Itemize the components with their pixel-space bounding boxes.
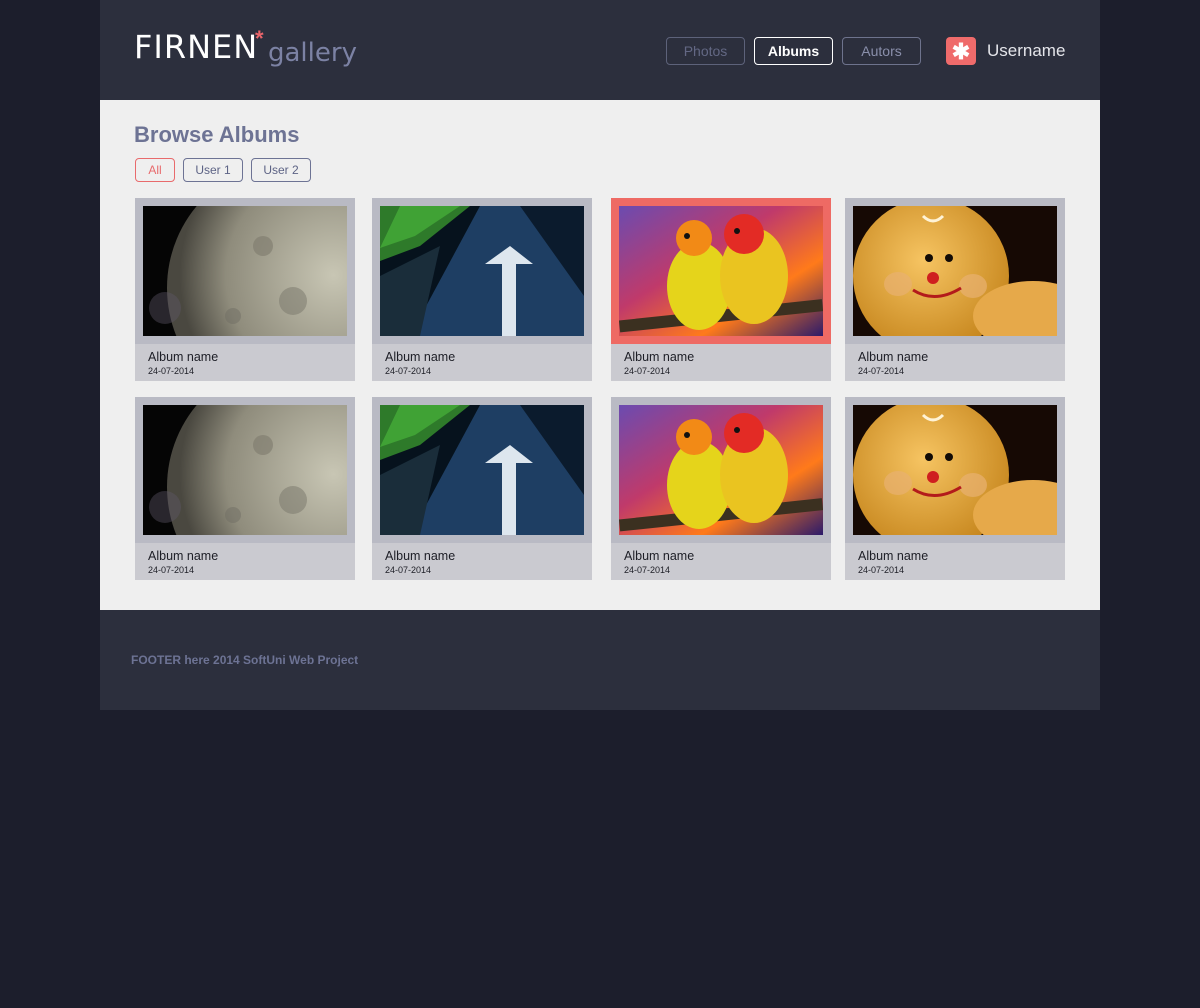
album-name: Album name [858,549,929,563]
album-date: 24-07-2014 [148,565,195,575]
moon-image[interactable] [143,206,347,336]
album-name: Album name [385,350,456,364]
parrots-image[interactable] [619,206,823,336]
main-content: Browse Albums All User 1 User 2 Album na… [100,100,1100,610]
album-date: 24-07-2014 [858,565,905,575]
page: FIRNEN * gallery Photos Albums Autors ✱ … [100,0,1100,710]
cookie-face-image[interactable] [853,206,1057,336]
filter-all-button[interactable]: All [135,158,175,182]
filter-user-1-button[interactable]: User 1 [183,158,243,182]
cookie-face-image[interactable] [853,405,1057,535]
album-name: Album name [385,549,456,563]
logo-main: FIRNEN [134,28,259,66]
nav-albums-button[interactable]: Albums [754,37,833,65]
album-frame [611,198,831,344]
album-date: 24-07-2014 [385,565,432,575]
album-name: Album name [858,350,929,364]
album-card[interactable]: Album name 24-07-2014 [135,397,355,580]
album-frame [611,397,831,543]
logo-subtitle: gallery [268,38,357,68]
album-name: Album name [624,549,695,563]
logo-asterisk-icon: * [255,26,264,51]
album-date: 24-07-2014 [385,366,432,376]
header: FIRNEN * gallery Photos Albums Autors ✱ … [100,0,1100,100]
album-card[interactable]: Album name 24-07-2014 [845,397,1065,580]
album-frame [135,198,355,344]
user-avatar-icon[interactable]: ✱ [946,37,976,65]
road-arrow-image[interactable] [380,405,584,535]
footer-text: FOOTER here 2014 SoftUni Web Project [131,653,359,667]
page-title: Browse Albums [134,122,300,147]
nav-autors-button[interactable]: Autors [842,37,921,65]
album-date: 24-07-2014 [858,366,905,376]
album-frame [135,397,355,543]
road-arrow-image[interactable] [380,206,584,336]
album-date: 24-07-2014 [624,366,671,376]
album-card[interactable]: Album name 24-07-2014 [372,198,592,381]
album-frame [845,198,1065,344]
album-name: Album name [148,549,219,563]
footer: FOOTER here 2014 SoftUni Web Project [100,610,1100,710]
album-card-selected[interactable]: Album name 24-07-2014 [611,198,831,381]
album-name: Album name [624,350,695,364]
album-card[interactable]: Album name 24-07-2014 [135,198,355,381]
album-name: Album name [148,350,219,364]
album-frame [372,397,592,543]
album-card[interactable]: Album name 24-07-2014 [845,198,1065,381]
album-date: 24-07-2014 [624,565,671,575]
filter-user-2-button[interactable]: User 2 [251,158,311,182]
album-date: 24-07-2014 [148,366,195,376]
album-card[interactable]: Album name 24-07-2014 [372,397,592,580]
username-link[interactable]: Username [987,41,1065,61]
album-card[interactable]: Album name 24-07-2014 [611,397,831,580]
moon-image[interactable] [143,405,347,535]
album-frame [372,198,592,344]
nav-photos-button[interactable]: Photos [666,37,745,65]
album-frame [845,397,1065,543]
parrots-image[interactable] [619,405,823,535]
